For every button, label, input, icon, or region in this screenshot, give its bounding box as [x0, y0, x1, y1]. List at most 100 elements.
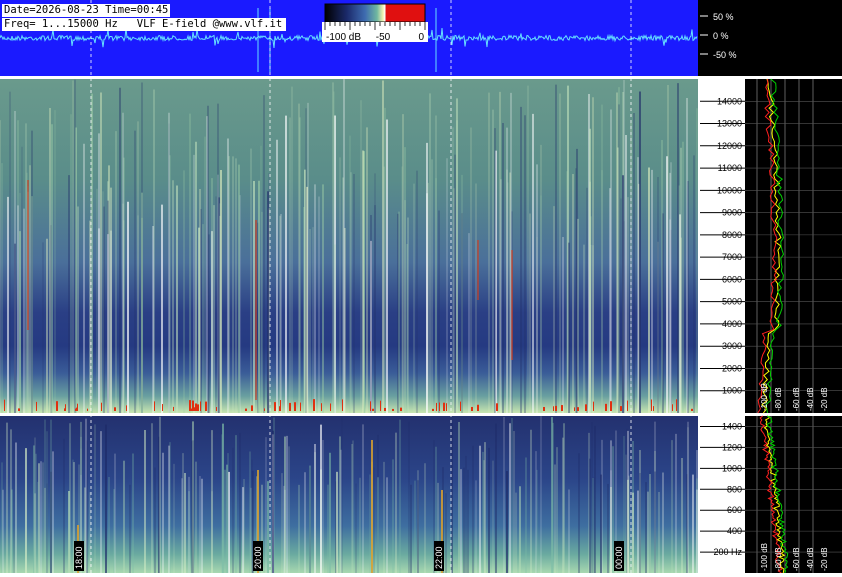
spectrogram-impulse — [18, 408, 20, 411]
spectrogram-impulse — [610, 401, 612, 411]
spectrogram-impulse — [114, 407, 116, 411]
spectrogram-canvas: 18:00 20:00 22:00 00:00 1000200030004000500… — [0, 0, 842, 574]
spectrogram-impulse — [627, 400, 628, 411]
profile-low-ytick-label: 1000 — [722, 463, 742, 473]
spectrogram-impulse — [392, 408, 394, 411]
spectrogram-impulse — [330, 403, 331, 411]
profile-main-ytick-label: 3000 — [722, 341, 742, 351]
spectrogram-impulse — [432, 408, 434, 411]
spectrogram-impulse — [593, 401, 594, 411]
profile-main-ytick-label: 9000 — [722, 208, 742, 218]
spectrogram-impulse — [173, 406, 174, 411]
profile-main-ytick-label: 2000 — [722, 363, 742, 373]
profile-low-ytick-label: 1400 — [722, 421, 742, 431]
spectrogram-impulse — [162, 404, 163, 411]
spectrogram-impulse — [620, 406, 622, 411]
spectrogram-impulse — [653, 406, 654, 411]
profile-main-ytick-label: 10000 — [717, 185, 742, 195]
spectrogram-impulse — [216, 406, 217, 411]
spectrogram-impulse — [65, 404, 66, 411]
spectrogram-impulse — [342, 399, 343, 411]
spectrogram-impulse — [192, 400, 194, 411]
spectrogram-impulse — [370, 401, 371, 411]
time-label: 00:00 — [614, 546, 624, 569]
spectrogram-impulse — [289, 402, 291, 411]
time-label: 20:00 — [253, 546, 263, 569]
profile-main-db-label: -80 dB — [774, 387, 783, 411]
spectrogram-impulse — [372, 408, 374, 411]
waveform-label-50: 50 % — [713, 12, 734, 22]
spectrogram-impulse — [300, 402, 301, 411]
spectrogram-impulse — [56, 401, 58, 411]
waveform-label-0: 0 % — [713, 31, 729, 41]
profile-main-ytick-label: 13000 — [717, 119, 742, 129]
spectrogram-impulse — [251, 405, 253, 411]
profile-low-ytick-label: 1200 — [722, 442, 742, 452]
profile-low-ytick-label: 600 — [727, 505, 742, 515]
spectrogram-impulse — [477, 404, 479, 411]
spectrogram-impulse — [294, 402, 296, 411]
spectrogram-impulse — [380, 400, 381, 411]
spectrogram-impulse — [446, 403, 447, 411]
spectrogram-impulse — [101, 402, 102, 411]
spectrogram-impulse — [553, 406, 554, 411]
colorbar-label-max: 0 — [418, 32, 424, 43]
profile-main-ytick-label: 8000 — [722, 230, 742, 240]
spectrogram-impulse — [384, 407, 386, 411]
spectrogram-impulse — [274, 402, 276, 411]
spectrogram-impulse — [443, 402, 445, 411]
profile-main-db-label: -20 dB — [820, 387, 829, 411]
spectrogram-impulse — [605, 403, 607, 411]
spectrogram-impulse — [574, 407, 575, 411]
spectrogram-impulse — [313, 399, 315, 411]
profile-main-ytick-label: 14000 — [717, 96, 742, 106]
spectrogram-impulse — [496, 403, 498, 411]
spectrogram-impulse — [555, 405, 557, 411]
profile-main-db-label: -100 dB — [760, 383, 769, 411]
spectrogram-impulse — [651, 399, 652, 411]
freq-and-source-label: Freq= 1...15000 Hz VLF E-field @www.vlf.… — [2, 18, 287, 31]
spectrogram-impulse — [676, 399, 677, 411]
spectrogram-impulse — [672, 404, 673, 411]
profile-main-ytick-label: 11000 — [718, 163, 742, 173]
profile-main-db-label: -60 dB — [792, 387, 801, 411]
spectrogram-impulse — [400, 407, 402, 411]
colorbar — [324, 3, 426, 23]
profile-low-db-label: -60 dB — [792, 547, 801, 571]
spectrogram-impulse — [460, 401, 461, 411]
spectrogram-impulse — [585, 404, 587, 411]
spectrogram-impulse — [36, 401, 37, 411]
colorbar-label-mid: -50 — [376, 32, 391, 43]
time-label: 18:00 — [74, 546, 84, 569]
profile-low-ytick-label: 400 — [727, 526, 742, 536]
spectrogram-impulse — [279, 406, 280, 411]
vlf-spectrogram-screen: 18:00 20:00 22:00 00:00 1000 2000 3000 4000 500… — [0, 0, 842, 574]
profile-main-db-label: -40 dB — [806, 387, 815, 411]
spectrogram-impulse — [126, 405, 127, 411]
spectrogram-impulse — [691, 408, 693, 411]
waveform-label-minus-50: -50 % — [713, 50, 737, 60]
profile-low-db-label: -20 dB — [820, 547, 829, 571]
spectrogram-impulse — [87, 408, 88, 411]
spectrogram-impulse — [280, 400, 281, 411]
profile-low-db-label: -40 dB — [806, 547, 815, 571]
spectrogram-impulse — [264, 408, 265, 411]
panel-separator — [0, 76, 842, 79]
spectrogram-impulse — [543, 406, 545, 411]
spectrogram-impulse — [205, 401, 207, 411]
spectrogram-impulse — [321, 403, 322, 411]
time-label: 22:00 — [434, 546, 444, 569]
profile-main-ytick-label: 5000 — [722, 297, 742, 307]
profile-main-ytick-label: 1000 — [722, 386, 742, 396]
spectrogram-impulse — [154, 401, 155, 411]
profile-main-ytick-label: 12000 — [717, 141, 742, 151]
spectrogram-impulse — [471, 406, 473, 411]
freq-range-label: Freq= 1...15000 Hz — [4, 18, 118, 30]
profile-low-db-label: -100 dB — [760, 543, 769, 571]
spectrogram-impulse — [245, 408, 247, 411]
profile-low-db-label: -80 dB — [774, 547, 783, 571]
spectrogram-impulse — [200, 401, 201, 411]
spectrogram-impulse — [75, 408, 76, 411]
spectrogram-impulse — [439, 402, 440, 411]
profile-main-ytick-label: 6000 — [722, 274, 742, 284]
